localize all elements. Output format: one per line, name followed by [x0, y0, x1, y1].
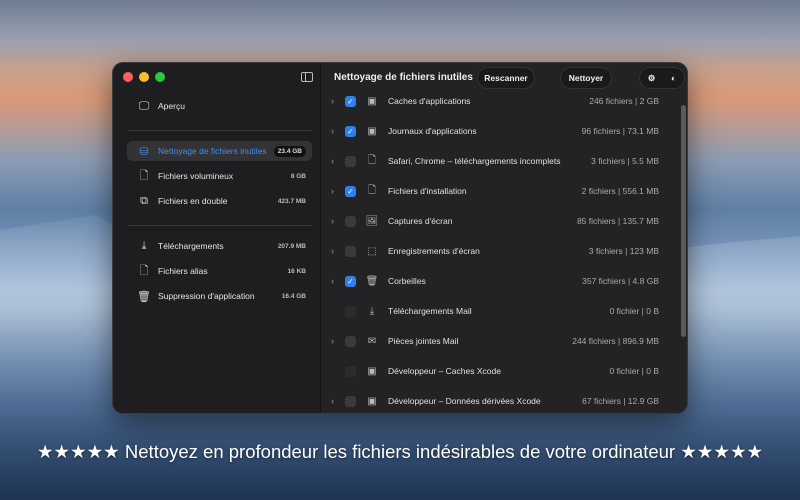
scrollbar[interactable] [681, 105, 686, 337]
chevron-right-icon[interactable]: › [329, 246, 345, 256]
sidebar-item-downloads[interactable]: ⤓ Téléchargements 207.9 MB [127, 236, 312, 256]
sidebar-item-alias[interactable]: 🗋 Fichiers alias 16 KB [127, 261, 312, 281]
gear-icon[interactable]: ⚙ [648, 73, 656, 84]
mail-icon: ✉ [367, 335, 377, 347]
clean-button[interactable]: Nettoyer [560, 67, 612, 89]
promo-caption: ★★★★★ Nettoyez en profondeur les fichier… [36, 441, 764, 462]
appearance-icon[interactable]: ◐ [671, 73, 676, 83]
chevron-right-icon[interactable]: › [329, 156, 345, 166]
sidebar-toggle-icon[interactable] [301, 72, 313, 82]
category-label: Développeur – Caches Xcode [388, 366, 501, 376]
category-row[interactable]: › ✓ 🗋 Fichiers d'installation 2 fichiers… [329, 181, 659, 201]
category-label: Développeur – Données dérivées Xcode [388, 396, 541, 406]
monitor-icon: 🖵 [138, 99, 150, 112]
checkbox[interactable] [345, 245, 356, 257]
sidebar-item-large-files[interactable]: 🗋 Fichiers volumineux 8 GB [127, 166, 312, 186]
checkbox[interactable] [345, 305, 356, 317]
category-size: 85 fichiers | 135.7 MB [576, 216, 659, 226]
category-row[interactable]: › ✓ ▣ Journaux d'applications 96 fichier… [329, 121, 659, 141]
folder-icon: ▣ [367, 365, 377, 377]
document-icon: 🗋 [139, 169, 149, 182]
category-row[interactable]: › ✓ 🗑 Corbeilles 357 fichiers | 4.8 GB [329, 271, 659, 291]
screen-record-icon: ⬚ [367, 245, 377, 257]
sidebar: 🖵 Aperçu ⛁ Nettoyage de fichiers inutiles 2… [113, 63, 321, 413]
chevron-right-icon[interactable]: › [329, 126, 345, 136]
category-label: Pièces jointes Mail [388, 336, 459, 346]
category-size: 96 fichiers | 73.1 MB [581, 126, 659, 136]
app-window: 🖵 Aperçu ⛁ Nettoyage de fichiers inutiles 2… [112, 62, 688, 414]
checkbox[interactable]: ✓ [345, 275, 356, 287]
category-label: Safari, Chrome – téléchargements incompl… [388, 156, 561, 166]
category-row[interactable]: › 🗋 Safari, Chrome – téléchargements inc… [329, 151, 659, 171]
category-size: 0 fichier | 0 B [609, 306, 659, 316]
rescan-button[interactable]: Rescanner [477, 67, 535, 89]
category-label: Journaux d'applications [388, 126, 477, 136]
page-title: Nettoyage de fichiers inutiles [334, 72, 473, 83]
chevron-right-icon[interactable]: › [329, 336, 345, 346]
category-size: 2 fichiers | 556.1 MB [581, 186, 659, 196]
category-size: 0 fichier | 0 B [609, 366, 659, 376]
category-size: 244 fichiers | 896.9 MB [572, 336, 659, 346]
download-icon: ⤓ [141, 239, 147, 252]
category-label: Corbeilles [388, 276, 426, 286]
category-label: Caches d'applications [388, 96, 471, 106]
close-button[interactable] [123, 72, 133, 82]
checkbox[interactable] [345, 395, 356, 407]
category-label: Téléchargements Mail [388, 306, 472, 316]
trash-icon: 🗑 [365, 275, 379, 287]
chevron-right-icon[interactable]: › [329, 96, 345, 106]
category-size: 67 fichiers | 12.9 GB [582, 396, 659, 406]
duplicate-icon: ⧉ [140, 194, 148, 207]
checkbox[interactable] [345, 335, 356, 347]
toolbar-icons: ⚙ ◐ [639, 67, 685, 89]
folder-icon: ▣ [367, 395, 377, 407]
category-size: 357 fichiers | 4.8 GB [582, 276, 659, 286]
chevron-right-icon[interactable]: › [329, 186, 345, 196]
checkbox[interactable]: ✓ [345, 95, 356, 107]
category-size: 3 fichiers | 123 MB [588, 246, 659, 256]
category-size: 246 fichiers | 2 GB [589, 96, 659, 106]
category-label: Fichiers d'installation [388, 186, 467, 196]
category-row[interactable]: › ⬚ Enregistrements d'écran 3 fichiers |… [329, 241, 659, 261]
sidebar-item-junk-cleanup[interactable]: ⛁ Nettoyage de fichiers inutiles 23.4 GB [127, 141, 312, 161]
alias-icon: 🗋 [139, 264, 149, 277]
screenshot-icon: 🖼 [365, 215, 379, 227]
installer-icon: 🗋 [367, 184, 377, 196]
download-icon: ⤓ [369, 305, 375, 317]
checkbox[interactable]: ✓ [345, 185, 356, 197]
category-row[interactable]: ⤓ Téléchargements Mail 0 fichier | 0 B [329, 301, 659, 321]
divider [127, 225, 312, 226]
category-size: 3 fichiers | 5.5 MB [591, 156, 659, 166]
sidebar-item-duplicates[interactable]: ⧉ Fichiers en double 423.7 MB [127, 191, 312, 211]
checkbox[interactable] [345, 365, 356, 377]
folder-icon: ▣ [367, 125, 377, 137]
divider [127, 130, 312, 131]
sidebar-item-apercu[interactable]: 🖵 Aperçu [127, 96, 312, 116]
folder-icon: ▣ [367, 95, 377, 107]
checkbox[interactable] [345, 215, 356, 227]
zoom-button[interactable] [155, 72, 165, 82]
checkbox[interactable]: ✓ [345, 125, 356, 137]
chevron-right-icon[interactable]: › [329, 276, 345, 286]
sidebar-item-app-removal[interactable]: 🗑 Suppression d'application 16.4 GB [127, 286, 312, 306]
chevron-right-icon[interactable]: › [329, 216, 345, 226]
category-row[interactable]: › 🖼 Captures d'écran 85 fichiers | 135.7… [329, 211, 659, 231]
category-row[interactable]: ▣ Développeur – Caches Xcode 0 fichier |… [329, 361, 659, 381]
category-label: Enregistrements d'écran [388, 246, 480, 256]
trash-icon: 🗑 [137, 290, 151, 303]
category-row[interactable]: › ✓ ▣ Caches d'applications 246 fichiers… [329, 91, 659, 111]
document-icon: 🗋 [367, 154, 377, 166]
chevron-right-icon[interactable]: › [329, 396, 345, 406]
drive-icon: ⛁ [139, 145, 149, 158]
window-controls [123, 72, 165, 82]
category-label: Captures d'écran [388, 216, 453, 226]
minimize-button[interactable] [139, 72, 149, 82]
category-row[interactable]: › ▣ Développeur – Données dérivées Xcode… [329, 391, 659, 411]
checkbox[interactable] [345, 155, 356, 167]
category-row[interactable]: › ✉ Pièces jointes Mail 244 fichiers | 8… [329, 331, 659, 351]
